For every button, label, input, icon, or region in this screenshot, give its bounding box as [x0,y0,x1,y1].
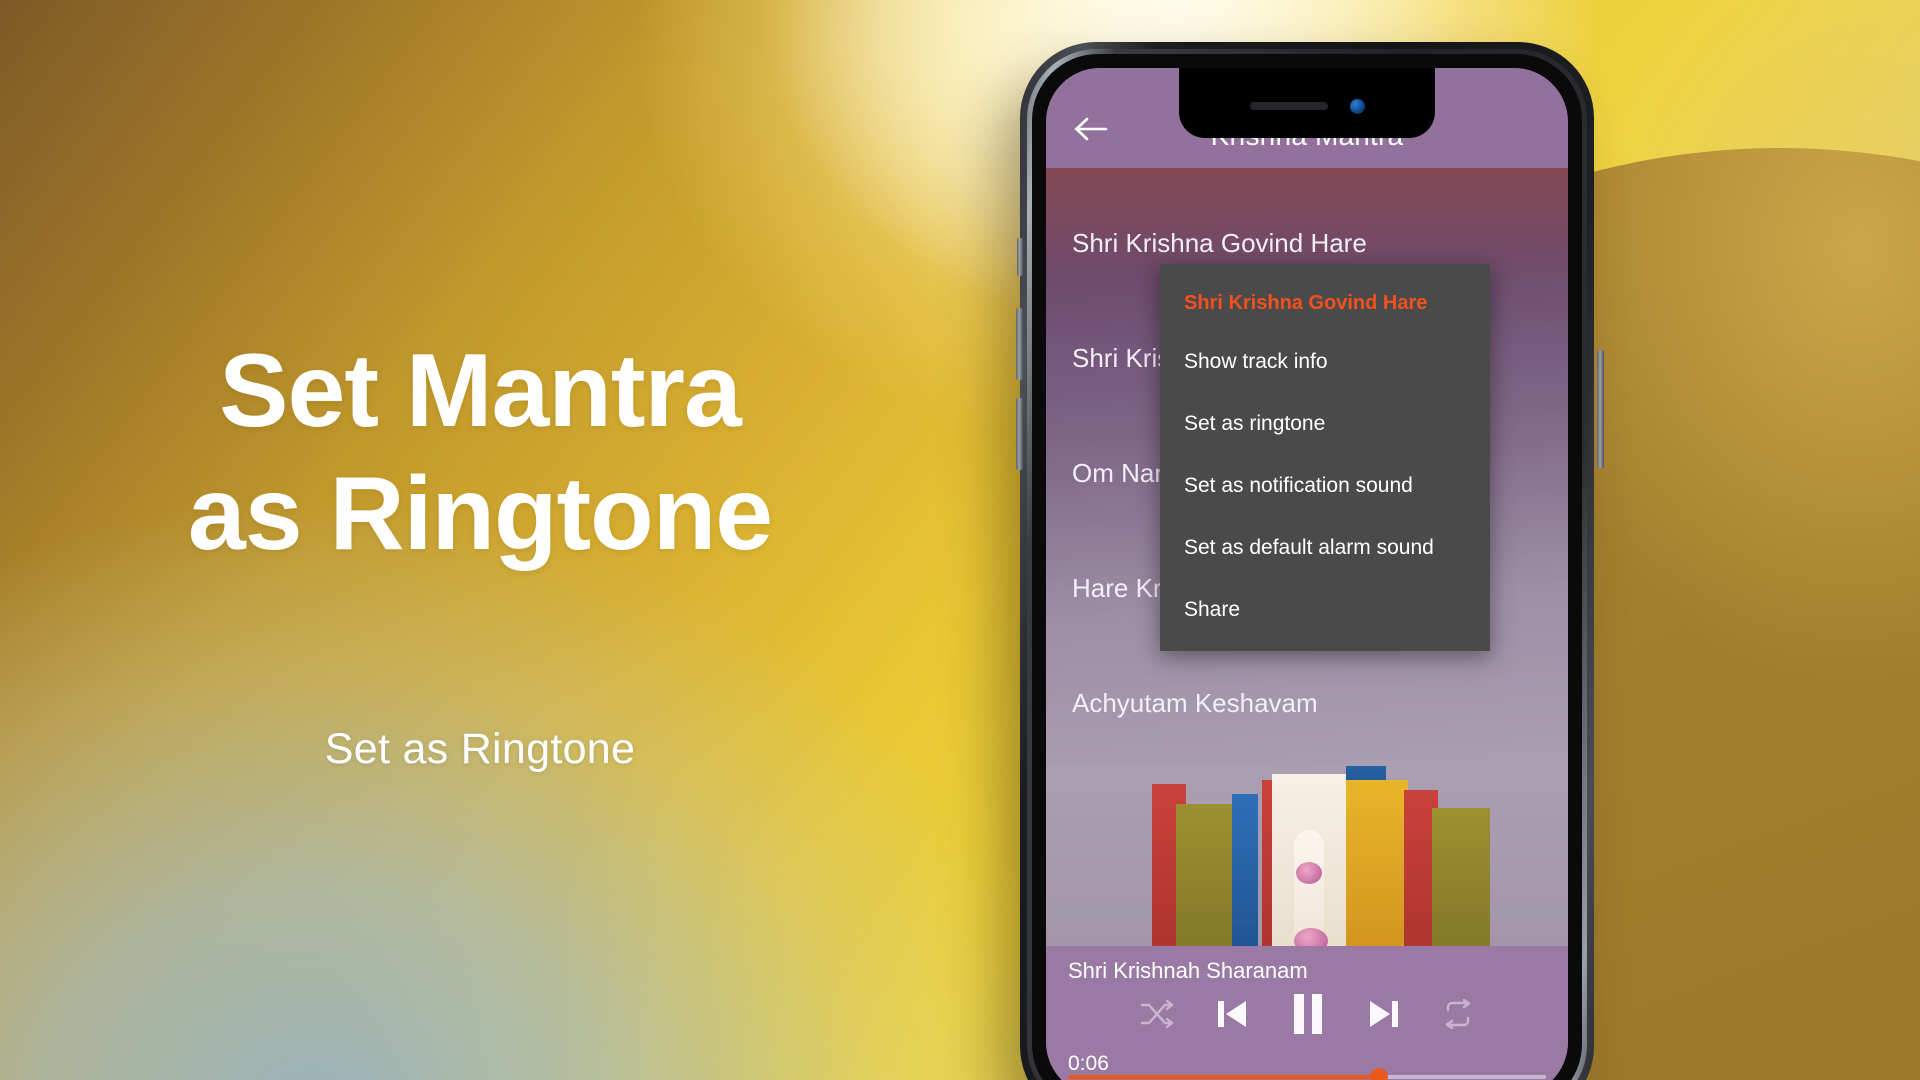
menu-item-set-as-notification-sound[interactable]: Set as notification sound [1160,455,1490,517]
player-bar: Shri Krishnah Sharanam 0:06 [1046,946,1568,1080]
power-button[interactable] [1597,350,1604,468]
menu-item-show-track-info[interactable]: Show track info [1160,331,1490,393]
headline-line-2: as Ringtone [187,455,773,572]
track-title: Achyutam Keshavam [1072,688,1318,718]
menu-item-set-as-default-alarm-sound[interactable]: Set as default alarm sound [1160,517,1490,579]
volume-up-button[interactable] [1016,308,1023,380]
player-controls [1068,988,1546,1044]
previous-track-icon[interactable] [1214,997,1250,1036]
promo-copy: Set Mantra as Ringtone Set as Ringtone [0,0,960,1080]
seek-bar[interactable] [1068,1068,1546,1080]
headline-line-1: Set Mantra [219,333,742,449]
promo-banner: Set Mantra as Ringtone Set as Ringtone S… [0,0,1920,1080]
album-artwork [1046,766,1568,946]
repeat-icon[interactable] [1442,998,1474,1034]
phone-screen: Krishna Mantra Shri Krishna Govind Hare … [1046,68,1568,1080]
menu-item-set-as-ringtone[interactable]: Set as ringtone [1160,393,1490,455]
seek-thumb[interactable] [1369,1068,1388,1080]
next-track-icon[interactable] [1366,997,1402,1036]
track-list-item[interactable]: Achyutam Keshavam [1046,646,1568,761]
speaker-slit-icon [1249,102,1328,110]
now-playing-title: Shri Krishnah Sharanam [1068,958,1308,983]
seek-progress [1068,1075,1379,1079]
promo-headline: Set Mantra as Ringtone [187,330,773,575]
context-menu: Shri Krishna Govind Hare Show track info… [1160,264,1490,651]
front-camera-icon [1349,98,1365,114]
shuffle-icon[interactable] [1140,999,1174,1034]
promo-subtitle: Set as Ringtone [324,725,636,774]
phone-notch [1179,68,1435,138]
pause-icon[interactable] [1290,992,1326,1041]
mute-switch[interactable] [1017,238,1023,276]
phone-mockup: Krishna Mantra Shri Krishna Govind Hare … [1016,42,1604,1080]
deity-illustration [1046,766,1568,946]
context-menu-header: Shri Krishna Govind Hare [1184,292,1428,314]
track-title: Shri Krishna Govind Hare [1072,228,1367,258]
volume-down-button[interactable] [1016,398,1023,470]
menu-item-share[interactable]: Share [1160,579,1490,641]
